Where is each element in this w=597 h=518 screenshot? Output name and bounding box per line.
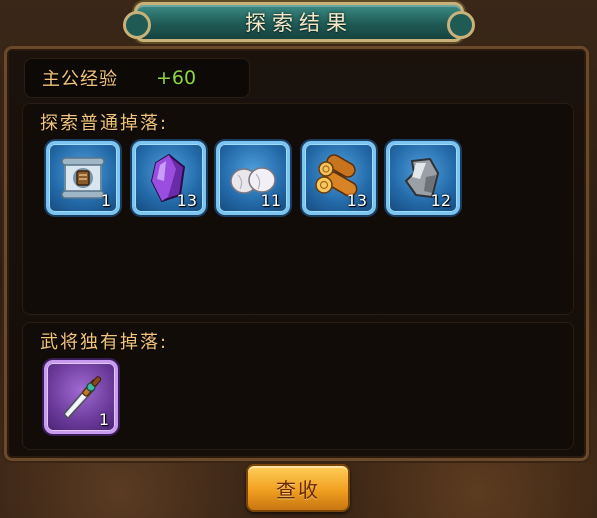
item-count: 13 <box>346 191 367 210</box>
collect-button[interactable]: 查收 <box>246 464 350 512</box>
exp-label: 主公经验 <box>42 69 118 90</box>
drop-item-iron[interactable]: 12 <box>386 141 460 215</box>
drop-item-wood[interactable]: 13 <box>302 141 376 215</box>
item-count: 1 <box>100 191 111 210</box>
title-banner: 探索结果 <box>123 2 475 42</box>
item-count: 13 <box>176 191 197 210</box>
item-count: 12 <box>430 191 451 210</box>
item-count: 1 <box>98 410 109 429</box>
banner-curl-left <box>123 11 151 39</box>
item-count: 11 <box>260 191 281 210</box>
drop-item-cotton[interactable]: 11 <box>216 141 290 215</box>
hero-drops-section: 武将独有掉落: 1 <box>22 322 574 450</box>
collect-button-label: 查收 <box>276 477 320 502</box>
drop-item-sword[interactable]: 1 <box>44 360 118 434</box>
banner-curl-right <box>447 11 475 39</box>
hero-drops-title: 武将独有掉落: <box>40 332 169 353</box>
exp-box: 主公经验 +60 <box>24 58 250 98</box>
common-drops-section: 探索普通掉落: 1 13 11 13 12 <box>22 103 574 315</box>
drop-item-scroll[interactable]: 1 <box>46 141 120 215</box>
drop-item-crystal[interactable]: 13 <box>132 141 206 215</box>
window-title: 探索结果 <box>245 11 353 35</box>
exp-value: +60 <box>156 67 197 89</box>
common-drops-title: 探索普通掉落: <box>40 113 169 134</box>
